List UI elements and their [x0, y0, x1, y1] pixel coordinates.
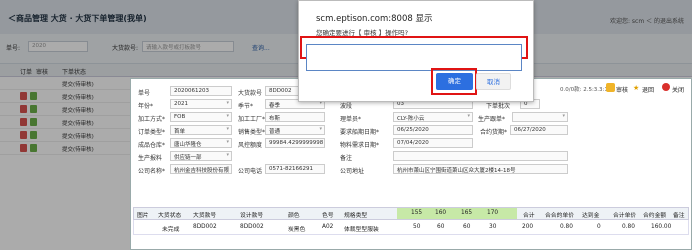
prod-label: 生产跟单* [478, 116, 506, 123]
col-status: 大货状态 [158, 213, 182, 219]
remark-field[interactable] [393, 151, 568, 161]
factory-label: 加工工厂* [238, 116, 266, 123]
band-label: 波段 [340, 103, 353, 110]
style-no-label: 大货款号 [238, 90, 263, 97]
cell-status: 未完成 [162, 227, 180, 233]
col-remark: 备注 [673, 213, 685, 219]
col-reach: 达到金 [582, 213, 600, 219]
year-label: 年份* [138, 103, 154, 110]
col-total-price: 合计单价 [613, 213, 637, 219]
col-design: 设计款号 [240, 213, 264, 219]
audit-button[interactable]: 审核 [616, 85, 628, 94]
contract-label: 合约货期* [480, 129, 508, 136]
cell-reach: 0 [597, 224, 601, 230]
mat-label: 物料需求日期* [340, 142, 380, 149]
back-button[interactable]: 退回 [642, 85, 654, 94]
cell-165[interactable]: 60 [463, 224, 470, 230]
type-select[interactable]: 首单 [170, 125, 232, 135]
sale-label: 销售类型* [238, 129, 266, 136]
col-160: 160 [435, 210, 447, 216]
cell-amount: 160.00 [651, 224, 672, 230]
cell-spec: 体裁型型服装 [344, 227, 379, 233]
audit-icon[interactable] [606, 83, 615, 92]
factory-field[interactable]: 布斯 [265, 112, 325, 122]
col-170: 170 [487, 210, 499, 216]
phone-label: 公司电话 [238, 168, 263, 175]
company-label: 公司名称* [138, 168, 166, 175]
cell-style: 8DD002 [193, 224, 217, 230]
back-icon[interactable]: ★ [633, 84, 639, 92]
order-no-label: 单号 [138, 90, 151, 97]
col-image: 图片 [137, 213, 149, 219]
cell-total: 200 [522, 224, 534, 230]
supplier-select[interactable]: 供应链一部 [170, 151, 232, 161]
col-total: 合计 [523, 213, 535, 219]
cell-160[interactable]: 60 [437, 224, 444, 230]
prod-select[interactable] [512, 112, 568, 122]
col-amount: 合约金额 [643, 213, 667, 219]
order-no-field[interactable]: 2020061203 [170, 86, 232, 96]
supplier-label: 生产报料 [138, 155, 163, 162]
cell-unit-price: 0.80 [560, 224, 573, 230]
cell-color-code: A02 [322, 224, 334, 230]
col-style: 大货款号 [193, 213, 217, 219]
risk-label: 风控额度 [238, 142, 263, 149]
cell-total-price: 0.80 [622, 224, 635, 230]
close-button[interactable]: 关闭 [672, 85, 684, 94]
addr-label: 公司地址 [340, 168, 365, 175]
process-select[interactable]: FOB [170, 112, 232, 122]
cell-color: 炭黑色 [288, 227, 306, 233]
col-spec: 规格类型 [344, 213, 368, 219]
cancel-button[interactable]: 取消 [476, 73, 511, 90]
phone-field[interactable]: 0571-82166291 [265, 164, 325, 174]
col-unit-price: 合合的单价 [545, 213, 574, 219]
cell-design: 8DD002 [240, 224, 264, 230]
req-date-field[interactable]: 06/25/2020 [393, 125, 473, 135]
mat-field[interactable]: 07/04/2020 [393, 138, 473, 148]
sale-select[interactable]: 普通 [265, 125, 325, 135]
company-select[interactable]: 杭州金吉科技股份有限 [170, 164, 232, 174]
mgr-select[interactable]: CLY-陈小云 [393, 112, 473, 122]
type-label: 订单类型* [138, 129, 166, 136]
ok-button[interactable]: 确定 [436, 73, 473, 90]
wh-label: 成品仓库* [138, 142, 166, 149]
toolbar-hint: 0.0/0款: 2.5:3.3:1 [560, 87, 608, 93]
contract-field[interactable]: 06/27/2020 [510, 125, 568, 135]
season-label: 季节* [238, 103, 254, 110]
close-icon[interactable] [662, 83, 670, 91]
process-label: 加工方式* [138, 116, 166, 123]
col-165: 165 [461, 210, 473, 216]
batch-label: 下单批次 [486, 103, 511, 110]
dialog-input[interactable] [306, 44, 522, 71]
cell-155[interactable]: 50 [413, 224, 420, 230]
dialog-title: scm.eptison.com:8008 显示 [316, 14, 433, 24]
addr-field[interactable]: 杭州市萧山区宁围街道萧山区众大厦2楼14-18号 [393, 164, 568, 174]
risk-field[interactable]: 99984.4299999998 [265, 138, 325, 148]
col-155: 155 [411, 210, 423, 216]
col-color-code: 色号 [322, 213, 334, 219]
remark-label: 备注 [340, 155, 353, 162]
cell-170[interactable]: 30 [489, 224, 496, 230]
wh-select[interactable]: 唐山华隆仓 [170, 138, 232, 148]
req-date-label: 要求船期日期* [340, 129, 380, 136]
mgr-label: 理单员* [340, 116, 362, 123]
year-select[interactable]: 2021 [170, 99, 232, 109]
col-color: 颜色 [288, 213, 300, 219]
